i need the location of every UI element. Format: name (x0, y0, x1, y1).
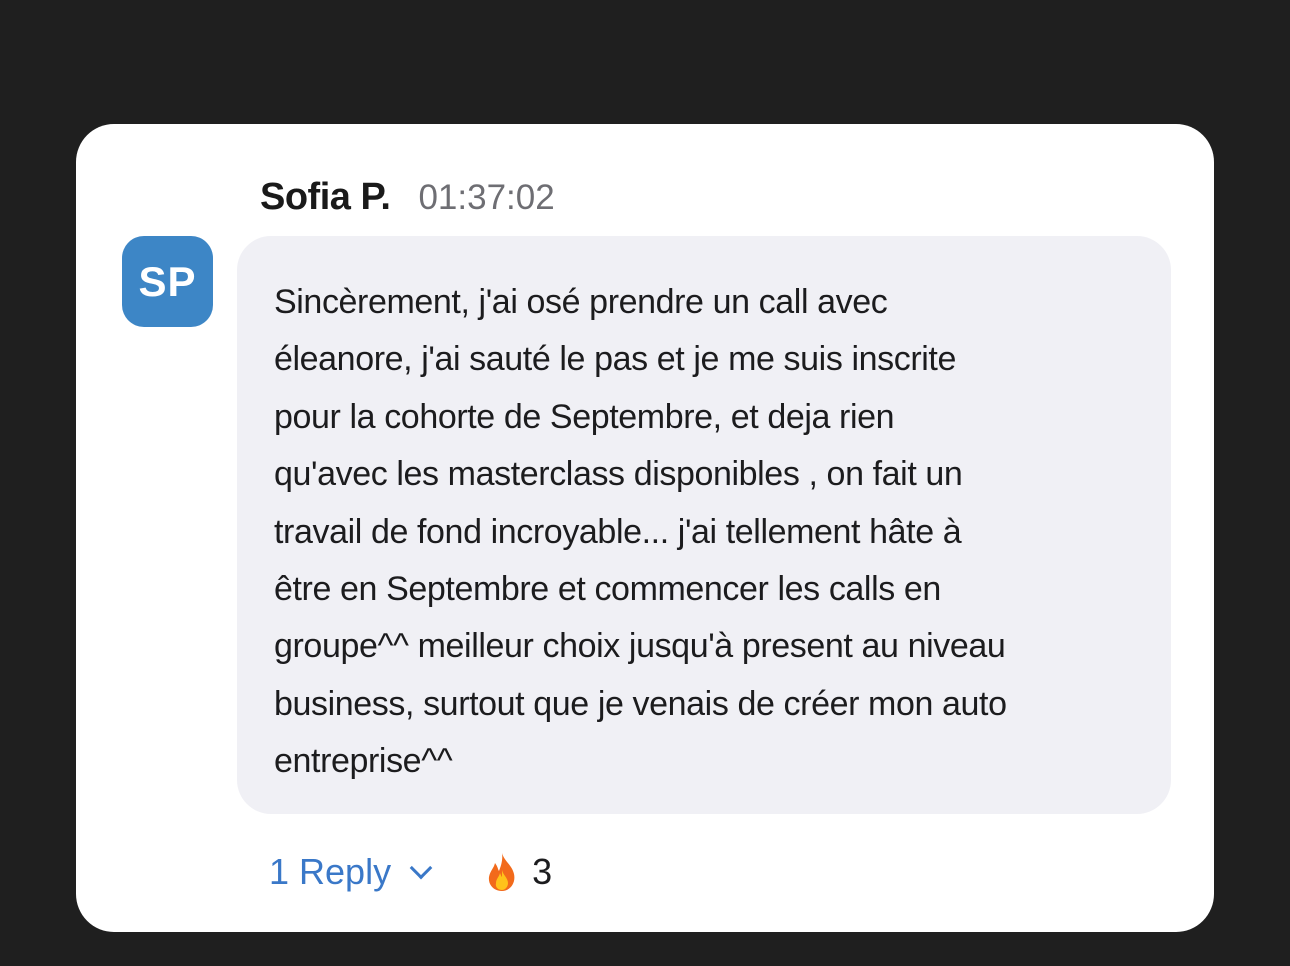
fire-emoji-icon (488, 853, 515, 891)
message-header: Sofia P. 01:37:02 (260, 176, 555, 226)
message-card: SP Sofia P. 01:37:02 Sincèrement, j'ai o… (76, 124, 1214, 932)
message-text: Sincèrement, j'ai osé prendre un call av… (274, 283, 1007, 781)
avatar[interactable]: SP (122, 236, 213, 327)
reaction-count: 3 (532, 851, 553, 892)
message-footer: 1 Reply 3 (269, 846, 552, 898)
reply-button[interactable]: 1 Reply (269, 851, 433, 893)
fire-reaction-button[interactable]: 3 (485, 851, 552, 893)
author-name[interactable]: Sofia P. (260, 176, 391, 219)
chevron-down-icon (409, 856, 433, 880)
reply-label: 1 Reply (269, 851, 392, 892)
message-timestamp: 01:37:02 (418, 178, 555, 217)
message-bubble: Sincèrement, j'ai osé prendre un call av… (237, 236, 1171, 814)
